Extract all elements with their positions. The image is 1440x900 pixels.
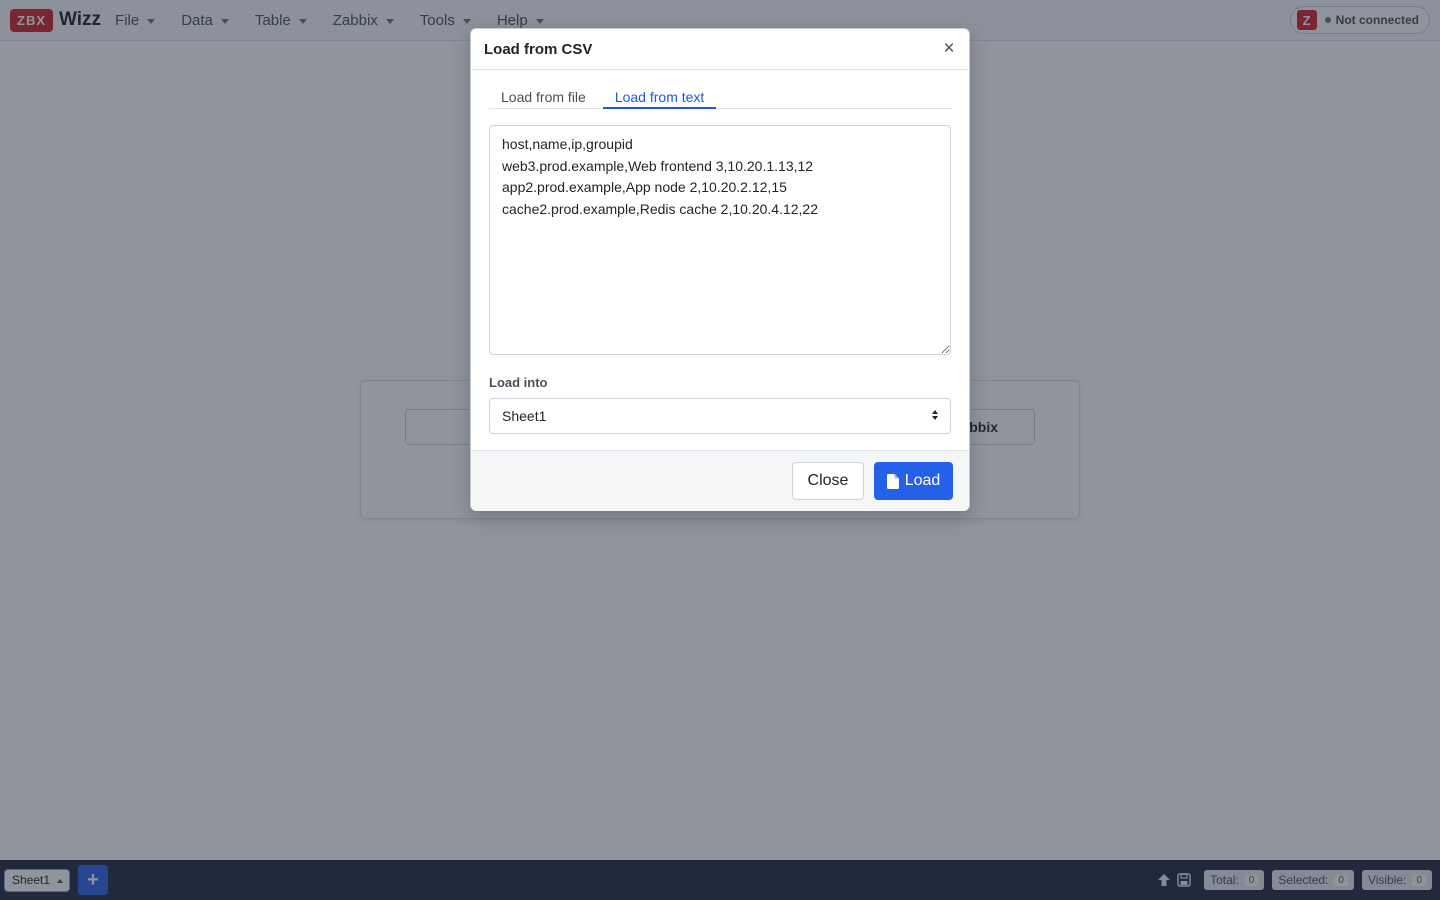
dialog-footer: Close Load bbox=[471, 450, 969, 511]
tab-load-from-file[interactable]: Load from file bbox=[489, 86, 598, 109]
close-icon[interactable]: × bbox=[942, 38, 956, 59]
dialog-title: Load from CSV bbox=[484, 40, 593, 58]
load-into-select[interactable]: Sheet1 bbox=[489, 398, 951, 434]
load-source-tabs: Load from file Load from text bbox=[489, 86, 952, 109]
csv-text-input[interactable] bbox=[489, 125, 951, 355]
file-icon bbox=[886, 473, 899, 489]
select-arrows-icon bbox=[932, 410, 938, 420]
dialog-header: Load from CSV × bbox=[471, 29, 969, 70]
close-button[interactable]: Close bbox=[792, 462, 864, 500]
load-button[interactable]: Load bbox=[874, 462, 953, 500]
load-into-selected-value: Sheet1 bbox=[502, 408, 547, 424]
load-into-label: Load into bbox=[489, 375, 548, 390]
load-button-label: Load bbox=[904, 472, 941, 489]
load-csv-dialog: Load from CSV × Load from file Load from… bbox=[470, 28, 970, 511]
tab-load-from-text[interactable]: Load from text bbox=[602, 86, 717, 109]
